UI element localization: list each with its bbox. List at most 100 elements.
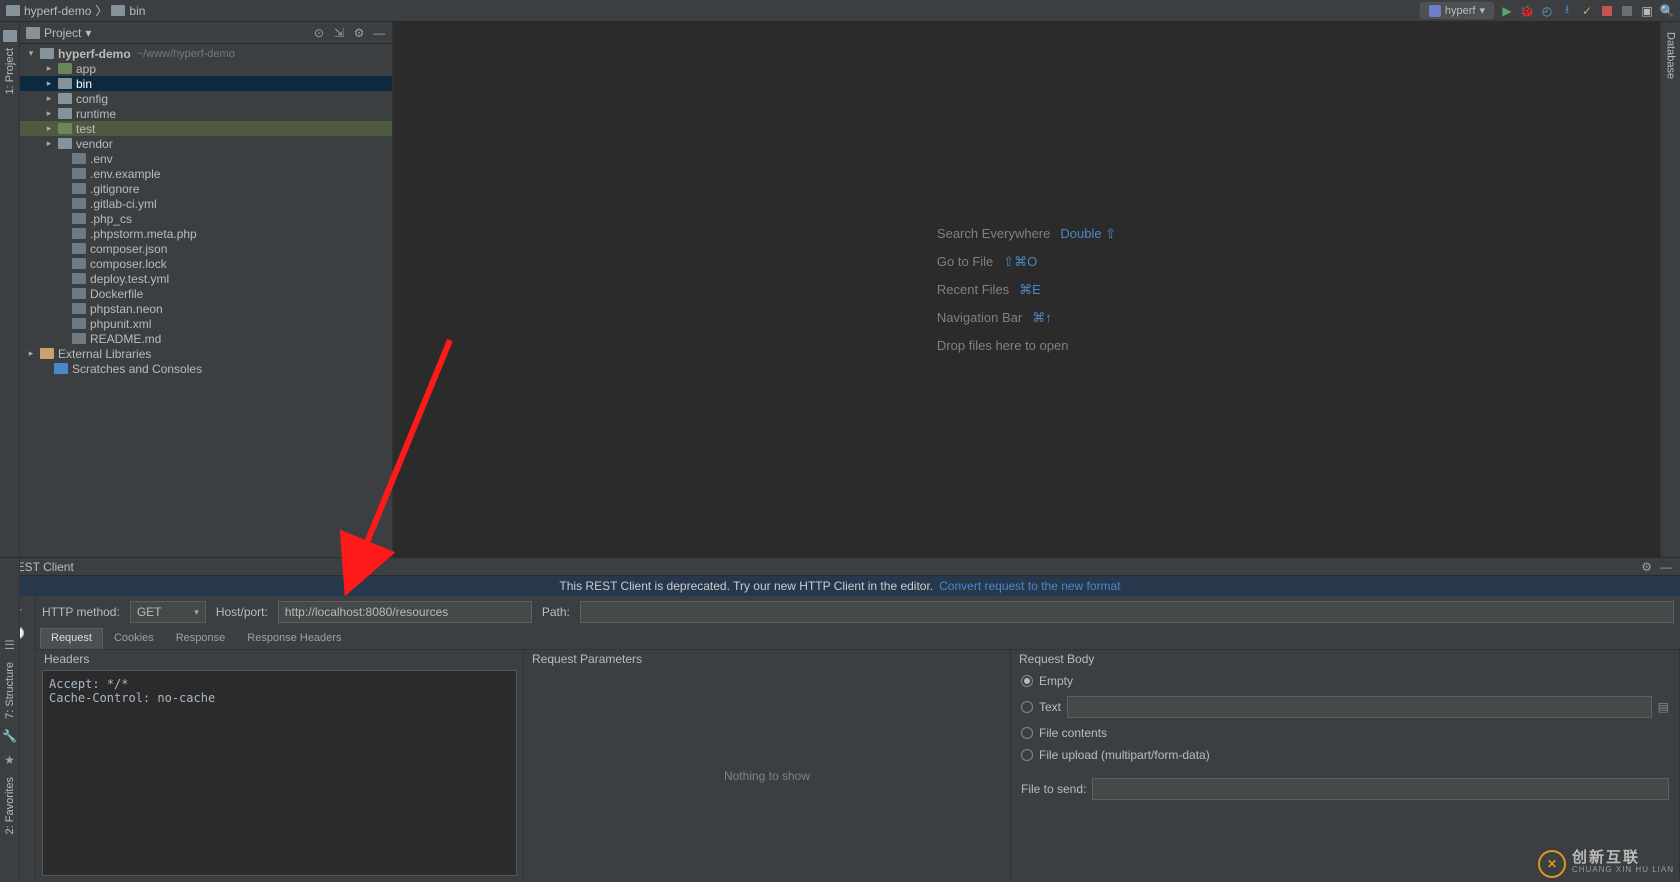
stop-icon[interactable] (1600, 4, 1614, 18)
browse-icon[interactable]: ▤ (1658, 700, 1669, 714)
body-fileupload-radio[interactable]: File upload (multipart/form-data) (1021, 748, 1669, 762)
rest-tab-response-headers[interactable]: Response Headers (236, 628, 352, 649)
project-panel-title[interactable]: Project (44, 26, 81, 40)
folder-icon (40, 48, 54, 59)
tree-external-libs[interactable]: External Libraries (20, 346, 392, 361)
file-to-send-label: File to send: (1021, 782, 1086, 796)
hint-shortcut: ⌘E (1019, 276, 1041, 304)
minimize-icon[interactable] (1660, 560, 1672, 574)
debug-icon[interactable]: 🐞 (1520, 4, 1534, 18)
minimize-icon[interactable] (372, 26, 386, 40)
project-tool-label[interactable]: 1: Project (4, 48, 16, 94)
path-input[interactable] (580, 601, 1674, 623)
tree-file[interactable]: composer.json (20, 241, 392, 256)
tree-file[interactable]: .gitignore (20, 181, 392, 196)
body-text-input[interactable] (1067, 696, 1652, 718)
radio-label: File upload (multipart/form-data) (1039, 748, 1210, 762)
rest-tab-response[interactable]: Response (165, 628, 237, 649)
file-icon (72, 273, 86, 284)
select-opened-file-icon[interactable]: ⊙ (312, 26, 326, 40)
tree-file[interactable]: .php_cs (20, 211, 392, 226)
tree-root[interactable]: hyperf-demo ~/www/hyperf-demo (20, 46, 392, 61)
convert-request-link[interactable]: Convert request to the new format (939, 579, 1120, 593)
tree-file[interactable]: README.md (20, 331, 392, 346)
file-icon (72, 318, 86, 329)
collapse-all-icon[interactable]: ⇲ (332, 26, 346, 40)
http-method-value: GET (137, 605, 162, 619)
project-tool-icon[interactable] (3, 30, 17, 42)
folder-icon (58, 123, 72, 134)
host-port-input[interactable] (278, 601, 532, 623)
gear-icon[interactable] (1641, 560, 1652, 574)
folder-icon (6, 5, 20, 16)
project-tree[interactable]: hyperf-demo ~/www/hyperf-demo appbinconf… (20, 44, 392, 557)
body-empty-radio[interactable]: Empty (1021, 674, 1669, 688)
file-icon (72, 333, 86, 344)
folder-icon (58, 78, 72, 89)
right-tool-strip: Database (1660, 22, 1680, 557)
file-icon (72, 258, 86, 269)
search-icon[interactable]: 🔍 (1660, 4, 1674, 18)
headers-title: Headers (36, 650, 523, 670)
hint-label: Navigation Bar (937, 304, 1022, 332)
tree-file[interactable]: Dockerfile (20, 286, 392, 301)
update-project-icon[interactable]: ⭳ (1560, 4, 1574, 18)
commit-icon[interactable]: ✓ (1580, 4, 1594, 18)
php-icon (1429, 5, 1441, 17)
tree-file[interactable]: phpunit.xml (20, 316, 392, 331)
breadcrumb[interactable]: hyperf-demo 〉 bin (6, 2, 145, 19)
tree-folder-app[interactable]: app (20, 61, 392, 76)
tree-node-label: .phpstorm.meta.php (90, 227, 197, 241)
tree-folder-runtime[interactable]: runtime (20, 106, 392, 121)
tree-node-label: .env (90, 152, 113, 166)
tree-node-label: .env.example (90, 167, 160, 181)
http-method-select[interactable]: GET ▾ (130, 601, 206, 623)
tree-node-label: bin (76, 77, 92, 91)
editor-empty-area[interactable]: Search EverywhereDouble ⇧ Go to File⇧⌘O … (393, 22, 1660, 557)
body-filecontents-radio[interactable]: File contents (1021, 726, 1669, 740)
tree-node-label: vendor (76, 137, 113, 151)
run-icon[interactable]: ▶ (1500, 4, 1514, 18)
favorites-tool-label[interactable]: 2: Favorites (4, 777, 16, 834)
tree-folder-bin[interactable]: bin (20, 76, 392, 91)
params-title: Request Parameters (524, 650, 1010, 670)
tree-folder-config[interactable]: config (20, 91, 392, 106)
structure-tool-icon[interactable]: ☰ (4, 638, 15, 652)
tree-file[interactable]: phpstan.neon (20, 301, 392, 316)
rest-tab-request[interactable]: Request (40, 628, 103, 649)
tree-folder-vendor[interactable]: vendor (20, 136, 392, 151)
tree-scratches[interactable]: Scratches and Consoles (20, 361, 392, 376)
chevron-down-icon: ▾ (194, 607, 199, 618)
path-label: Path: (542, 605, 570, 619)
tree-file[interactable]: .env.example (20, 166, 392, 181)
folder-icon (58, 108, 72, 119)
gear-icon[interactable] (352, 26, 366, 40)
radio-icon (1021, 675, 1033, 687)
radio-icon (1021, 701, 1033, 713)
file-icon (72, 198, 86, 209)
watermark-subtext: CHUANG XIN HU LIAN (1572, 864, 1674, 876)
rest-tab-cookies[interactable]: Cookies (103, 628, 165, 649)
run-config-selector[interactable]: hyperf ▾ (1420, 2, 1494, 19)
headers-editor[interactable]: Accept: */* Cache-Control: no-cache (42, 670, 517, 876)
favorites-tool-icon[interactable]: ★ (4, 753, 15, 767)
layout-icon[interactable]: ▣ (1640, 4, 1654, 18)
tree-node-label: config (76, 92, 108, 106)
watermark-logo-icon: ✕ (1538, 850, 1566, 878)
tree-file[interactable]: deploy.test.yml (20, 271, 392, 286)
body-text-radio[interactable]: Text▤ (1021, 696, 1669, 718)
tree-file[interactable]: .phpstorm.meta.php (20, 226, 392, 241)
tree-file[interactable]: .env (20, 151, 392, 166)
tree-file[interactable]: composer.lock (20, 256, 392, 271)
chevron-down-icon[interactable]: ▾ (85, 26, 91, 40)
structure-tool-label[interactable]: 7: Structure (4, 662, 16, 719)
tree-file[interactable]: .gitlab-ci.yml (20, 196, 392, 211)
database-tool-label[interactable]: Database (1665, 32, 1677, 79)
wrench-icon[interactable]: 🔧 (2, 729, 17, 743)
file-to-send-input[interactable] (1092, 778, 1669, 800)
rest-deprecation-banner: This REST Client is deprecated. Try our … (0, 576, 1680, 596)
breadcrumb-child[interactable]: bin (129, 4, 145, 18)
tree-folder-test[interactable]: test (20, 121, 392, 136)
coverage-icon[interactable]: ◴ (1540, 4, 1554, 18)
breadcrumb-root[interactable]: hyperf-demo (24, 4, 91, 18)
